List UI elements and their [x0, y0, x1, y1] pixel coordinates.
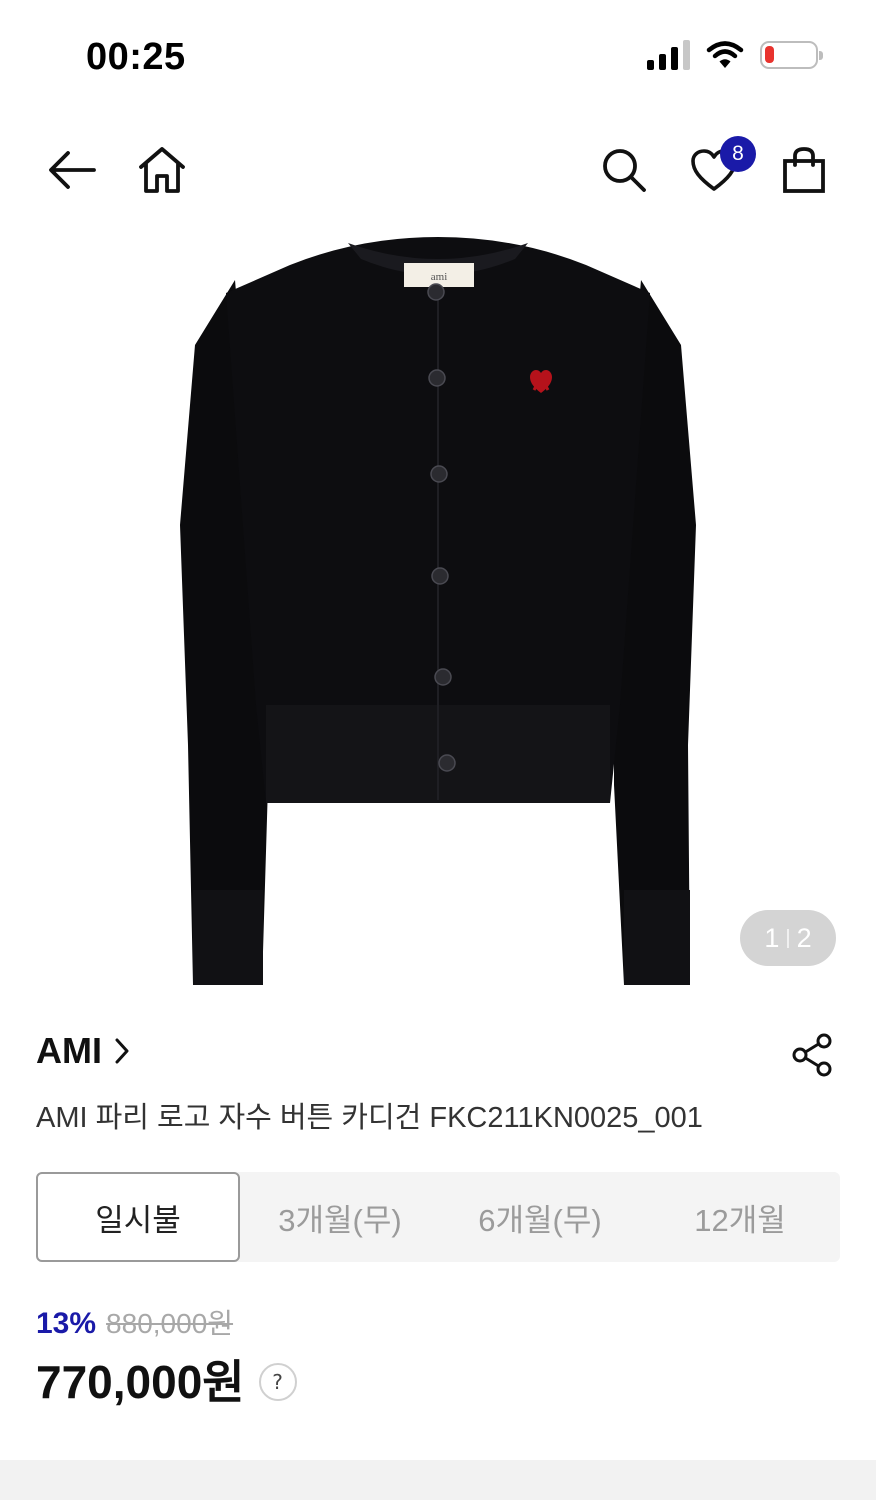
share-icon: [792, 1033, 832, 1077]
tab-3-months[interactable]: 3개월(무): [240, 1172, 440, 1262]
section-divider: [0, 1460, 876, 1500]
price-help-button[interactable]: ?: [258, 1363, 297, 1401]
installment-tabs: 일시불 3개월(무) 6개월(무) 12개월: [36, 1172, 840, 1262]
back-button[interactable]: [40, 138, 104, 202]
status-time: 00:25: [86, 36, 186, 78]
discount-row: 13% 880,000원: [36, 1302, 233, 1342]
search-icon: [603, 149, 646, 192]
back-arrow-icon: [49, 151, 96, 189]
home-button[interactable]: [130, 138, 194, 202]
wishlist-count-badge: 8: [720, 136, 756, 172]
product-image[interactable]: ami: [0, 225, 876, 990]
status-icons: [647, 40, 823, 70]
image-total-count: 2: [796, 922, 812, 953]
cellular-signal-icon: [647, 40, 690, 70]
brand-name: AMI: [36, 1030, 102, 1071]
home-icon: [139, 147, 185, 193]
tab-lump-sum[interactable]: 일시불: [36, 1172, 240, 1262]
image-counter-separator: |: [785, 926, 791, 949]
brand-link[interactable]: AMI: [36, 1030, 132, 1072]
original-price: 880,000원: [106, 1308, 234, 1339]
battery-level: [765, 46, 774, 63]
wishlist-button[interactable]: 8: [682, 136, 756, 202]
shopping-bag-icon: [783, 147, 825, 193]
nav-bar: 8: [0, 130, 876, 210]
status-bar: 00:25: [0, 0, 876, 110]
product-title: AMI 파리 로고 자수 버튼 카디건 FKC211KN0025_001: [36, 1102, 703, 1134]
battery-icon: [760, 41, 823, 69]
tab-6-months[interactable]: 6개월(무): [440, 1172, 640, 1262]
chevron-right-icon: [115, 1038, 129, 1064]
cart-button[interactable]: [772, 138, 836, 202]
price-row: 770,000원 ?: [36, 1346, 297, 1412]
image-page-indicator: 1 | 2: [740, 910, 836, 966]
heart-logo-icon: [530, 370, 552, 393]
share-button[interactable]: [790, 1032, 836, 1078]
tab-12-months[interactable]: 12개월: [640, 1172, 840, 1262]
final-price: 770,000원: [36, 1356, 245, 1408]
search-button[interactable]: [592, 138, 656, 202]
discount-rate: 13%: [36, 1307, 97, 1340]
wifi-icon: [706, 41, 744, 68]
image-current-index: 1: [764, 922, 780, 953]
cardigan-illustration: ami: [180, 237, 696, 985]
garment-label: ami: [431, 271, 448, 283]
